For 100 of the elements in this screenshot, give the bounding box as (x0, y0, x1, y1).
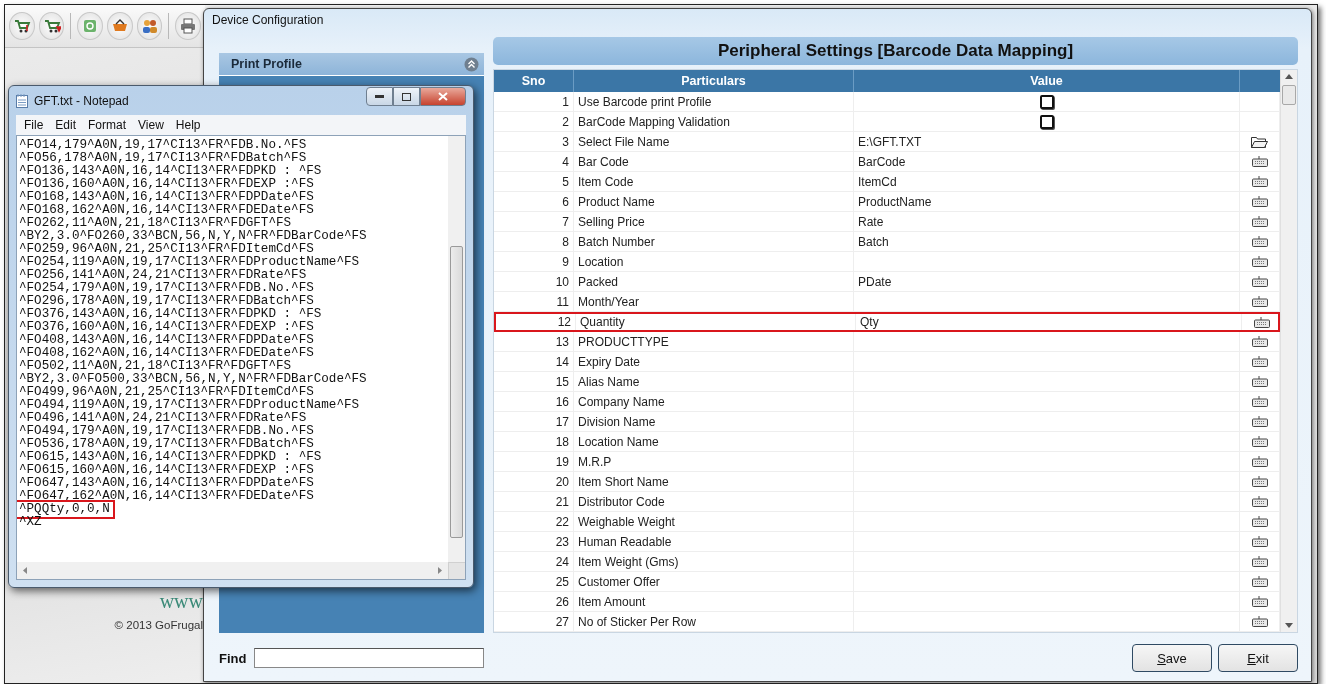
menu-item[interactable]: Help (170, 118, 206, 132)
menu-item[interactable]: Format (83, 118, 132, 132)
keyboard-icon[interactable] (1251, 556, 1268, 567)
vertical-scrollbar[interactable] (1280, 70, 1297, 632)
column-header: Value (854, 70, 1240, 92)
find-input-field[interactable] (254, 648, 484, 668)
keyboard-icon[interactable] (1251, 476, 1268, 487)
text-line: ^XZ (18, 516, 43, 529)
keyboard-icon[interactable] (1251, 496, 1268, 507)
table-cell: Alias Name (574, 372, 854, 391)
keyboard-icon[interactable] (1251, 616, 1268, 627)
window-title: Device Configuration (211, 12, 325, 29)
keyboard-icon[interactable] (1251, 276, 1268, 287)
close-icon (438, 92, 448, 101)
text-line: ^FO168,162^A0N,16,14^CI13^FR^FDEDate^FS (18, 204, 315, 217)
table-cell: 21 (494, 492, 574, 511)
table-cell: PRODUCTTYPE (574, 332, 854, 351)
close-button[interactable] (420, 87, 466, 106)
keyboard-icon[interactable] (1251, 216, 1268, 227)
text-line: ^FO615,143^A0N,16,14^CI13^FR^FDPKD : ^FS (18, 451, 323, 464)
cart-icon[interactable] (38, 12, 65, 40)
find-label: Find (219, 650, 247, 666)
table-cell: 4 (494, 152, 574, 171)
minimize-button[interactable] (366, 87, 393, 106)
text-line: ^FO254,119^A0N,19,17^CI13^FR^FDProductName^FS (18, 256, 361, 269)
table-cell: Distributor Code (574, 492, 854, 511)
scroll-up-icon[interactable] (1285, 74, 1293, 79)
text-line: ^FO502,11^A0N,21,18^CI13^FR^FDGFT^FS (18, 360, 293, 373)
table-cell: Quantity (576, 314, 856, 330)
keyboard-icon[interactable] (1251, 296, 1268, 307)
keyboard-icon[interactable] (1251, 396, 1268, 407)
cart-icon[interactable] (9, 12, 35, 40)
keyboard-icon[interactable] (1251, 436, 1268, 447)
printer-icon[interactable] (175, 12, 202, 40)
collapse-icon[interactable] (464, 56, 479, 72)
keyboard-icon[interactable] (1251, 576, 1268, 587)
table-cell: ProductName (854, 192, 1240, 211)
menu-item[interactable]: Edit (50, 118, 82, 132)
text-line: ^FO494,119^A0N,19,17^CI13^FR^FDProductName^FS (18, 399, 361, 412)
text-line: ^FO136,143^A0N,16,14^CI13^FR^FDPKD : ^FS (18, 165, 323, 178)
table-cell: Product Name (574, 192, 854, 211)
keyboard-icon[interactable] (1251, 336, 1268, 347)
text-line: ^FO536,178^A0N,19,17^CI13^FR^FDBatch^FS (18, 438, 315, 451)
sidebar-header[interactable]: Print Profile (219, 53, 484, 76)
keyboard-icon[interactable] (1251, 196, 1268, 207)
keyboard-icon[interactable] (1251, 176, 1268, 187)
scroll-thumb[interactable] (1282, 85, 1296, 105)
table-cell: 15 (494, 372, 574, 391)
keyboard-icon[interactable] (1251, 256, 1268, 267)
keyboard-icon[interactable] (1251, 536, 1268, 547)
table-cell: 5 (494, 172, 574, 191)
dialog-button[interactable]: Exit (1218, 644, 1298, 672)
table-cell: BarCode Mapping Validation (574, 112, 854, 131)
table-cell: 12 (496, 314, 576, 330)
keyboard-icon[interactable] (1251, 376, 1268, 387)
keyboard-icon[interactable] (1253, 316, 1270, 328)
table-cell: 7 (494, 212, 574, 231)
menu-item[interactable]: File (19, 118, 49, 132)
scroll-left-icon[interactable] (23, 567, 27, 574)
table-cell: 10 (494, 272, 574, 291)
table-cell: No of Sticker Per Row (574, 612, 854, 631)
keyboard-icon[interactable] (1251, 236, 1268, 247)
table-cell: Human Readable (574, 532, 854, 551)
maximize-button[interactable] (393, 87, 420, 106)
text-line: ^FO408,143^A0N,16,14^CI13^FR^FDPDate^FS (18, 334, 315, 347)
table-cell: Expiry Date (574, 352, 854, 371)
horizontal-scrollbar[interactable] (17, 562, 448, 579)
keyboard-icon[interactable] (1251, 516, 1268, 527)
folder-icon[interactable] (1251, 135, 1268, 148)
text-line: ^FO14,179^A0N,19,17^CI13^FR^FDB.No.^FS (18, 139, 308, 152)
dialog-button[interactable]: Save (1132, 644, 1212, 672)
table-cell: Rate (854, 212, 1240, 231)
website-text: www (159, 590, 203, 613)
keyboard-icon[interactable] (1251, 356, 1268, 367)
keyboard-icon[interactable] (1251, 416, 1268, 427)
keyboard-icon[interactable] (1251, 596, 1268, 607)
menu-item[interactable]: View (133, 118, 169, 132)
table-cell: 3 (494, 132, 574, 151)
copyright-text: © 2013 GoFrugal (114, 619, 203, 631)
vertical-scrollbar[interactable] (448, 136, 465, 562)
table-cell: 25 (494, 572, 574, 591)
scroll-right-icon[interactable] (438, 567, 442, 574)
scroll-thumb[interactable] (450, 246, 463, 538)
scroll-down-icon[interactable] (1285, 623, 1293, 628)
table-cell: PDate (854, 272, 1240, 291)
table-cell: ItemCd (854, 172, 1240, 191)
checkbox[interactable] (1039, 94, 1054, 109)
keyboard-icon[interactable] (1251, 156, 1268, 167)
people-icon[interactable] (136, 12, 163, 40)
basket-icon[interactable] (107, 12, 133, 40)
table-cell: Item Short Name (574, 472, 854, 491)
table-cell: Location (574, 252, 854, 271)
checkbox[interactable] (1039, 114, 1054, 129)
text-line: ^FO256,141^A0N,24,21^CI13^FR^FDRate^FS (18, 269, 308, 282)
table-cell: 16 (494, 392, 574, 411)
size-grip[interactable] (448, 562, 465, 579)
table-cell: Batch Number (574, 232, 854, 251)
keyboard-icon[interactable] (1251, 456, 1268, 467)
text-line: ^PQQty,0,0,N (17, 503, 112, 516)
table-cell: 27 (494, 612, 574, 631)
